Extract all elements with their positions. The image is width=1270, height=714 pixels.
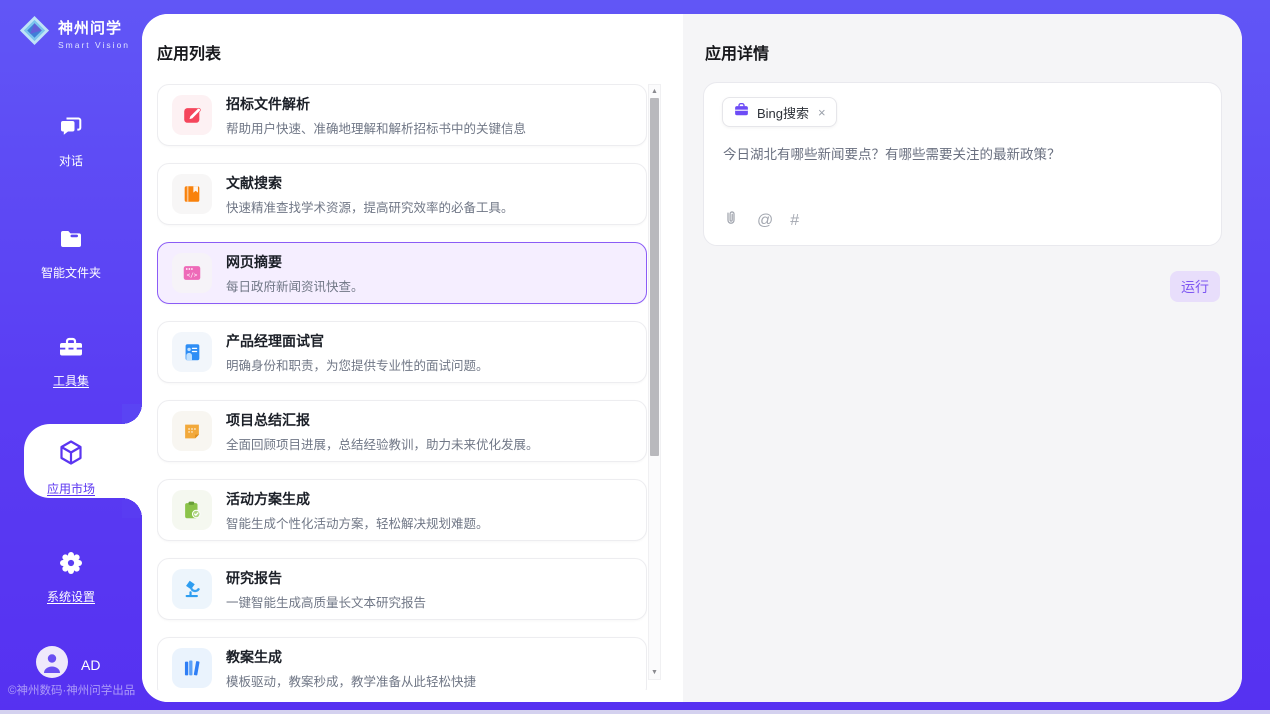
briefcase-icon [733, 101, 750, 123]
app-name: 活动方案生成 [226, 489, 489, 509]
app-name: 研究报告 [226, 568, 426, 588]
paperclip-icon[interactable] [722, 209, 740, 232]
user-label: AD [81, 657, 100, 673]
memo-pen-icon [172, 95, 212, 135]
sidebar-item-toolbox[interactable]: 工具集 [0, 328, 142, 394]
app-name: 招标文件解析 [226, 94, 526, 114]
app-list-panel: 应用列表 招标文件解析帮助用户快速、准确地理解和解析招标书中的关键信息文献搜索快… [142, 14, 683, 702]
app-list-title: 应用列表 [157, 40, 221, 64]
app-card[interactable]: 招标文件解析帮助用户快速、准确地理解和解析招标书中的关键信息 [157, 84, 647, 146]
avatar [36, 646, 68, 683]
tool-tag-label: Bing搜索 [757, 103, 809, 122]
app-card[interactable]: 教案生成模板驱动，教案秒成，教学准备从此轻松快捷 [157, 637, 647, 690]
webpage-code-icon: </> [172, 253, 212, 293]
app-description: 全面回顾项目进展，总结经验教训，助力未来优化发展。 [226, 434, 539, 453]
sidebar-item-label: 系统设置 [47, 588, 95, 605]
app-list-scrollbar[interactable]: ▲ ▼ [648, 84, 661, 680]
hash-icon[interactable]: # [790, 213, 799, 229]
app-card[interactable]: 研究报告一键智能生成高质量长文本研究报告 [157, 558, 647, 620]
at-icon[interactable]: @ [757, 213, 773, 229]
bottom-edge-strip [0, 710, 1270, 714]
active-nav-fillet-bottom [122, 498, 142, 518]
app-description: 帮助用户快速、准确地理解和解析招标书中的关键信息 [226, 118, 526, 137]
sidebar: 神州问学 Smart Vision 对话智能文件夹工具集应用市场系统设置 AD … [0, 0, 142, 714]
app-name: 文献搜索 [226, 173, 514, 193]
sidebar-item-gear[interactable]: 系统设置 [0, 544, 142, 610]
sidebar-item-label: 智能文件夹 [41, 264, 101, 281]
app-description: 一键智能生成高质量长文本研究报告 [226, 592, 426, 611]
sidebar-item-chat[interactable]: 对话 [0, 108, 142, 174]
active-nav-fillet-top [122, 404, 142, 424]
app-name: 项目总结汇报 [226, 410, 539, 430]
app-card[interactable]: 文献搜索快速精准查找学术资源，提高研究效率的必备工具。 [157, 163, 647, 225]
tool-tag-bing-search[interactable]: Bing搜索 × [722, 97, 837, 127]
toolbox-icon [57, 334, 85, 365]
app-detail-panel: 应用详情 Bing搜索 × 今日湖北有哪些新闻要点？有哪些需要关注的最新政策？ … [683, 14, 1242, 702]
query-text-input[interactable]: 今日湖北有哪些新闻要点？有哪些需要关注的最新政策？ [723, 145, 1205, 165]
gear-icon [58, 550, 84, 581]
folder-icon [58, 226, 84, 257]
sidebar-item-folder[interactable]: 智能文件夹 [0, 220, 142, 286]
sidebar-item-label: 对话 [59, 152, 83, 169]
brand-subtitle: Smart Vision [58, 40, 130, 50]
app-description: 快速精准查找学术资源，提高研究效率的必备工具。 [226, 197, 514, 216]
close-icon[interactable]: × [818, 106, 826, 119]
microscope-icon [172, 569, 212, 609]
scrollbar-thumb[interactable] [650, 98, 659, 456]
user-account[interactable]: AD [36, 646, 100, 683]
clipboard-check-icon [172, 490, 212, 530]
sidebar-item-cube[interactable]: 应用市场 [0, 434, 142, 500]
sticky-note-icon [172, 411, 212, 451]
app-name: 产品经理面试官 [226, 331, 489, 351]
app-description: 模板驱动，教案秒成，教学准备从此轻松快捷 [226, 671, 476, 690]
scrollbar-down-arrow-icon[interactable]: ▼ [649, 666, 660, 679]
main-content: 应用列表 招标文件解析帮助用户快速、准确地理解和解析招标书中的关键信息文献搜索快… [142, 14, 1242, 702]
query-card: Bing搜索 × 今日湖北有哪些新闻要点？有哪些需要关注的最新政策？ @# [703, 82, 1222, 246]
chat-icon [58, 114, 84, 145]
input-toolbar: @# [722, 209, 799, 232]
app-card[interactable]: </> 网页摘要每日政府新闻资讯快查。 [157, 242, 647, 304]
cube-icon [56, 438, 86, 473]
run-button[interactable]: 运行 [1170, 271, 1220, 302]
svg-text:</>: </> [187, 272, 198, 279]
brand-logo: 神州问学 Smart Vision [18, 14, 130, 52]
app-card[interactable]: 项目总结汇报全面回顾项目进展，总结经验教训，助力未来优化发展。 [157, 400, 647, 462]
app-description: 智能生成个性化活动方案，轻松解决规划难题。 [226, 513, 489, 532]
app-description: 每日政府新闻资讯快查。 [226, 276, 364, 295]
app-name: 教案生成 [226, 647, 476, 667]
app-description: 明确身份和职责，为您提供专业性的面试问题。 [226, 355, 489, 374]
books-icon [172, 648, 212, 688]
app-list: 招标文件解析帮助用户快速、准确地理解和解析招标书中的关键信息文献搜索快速精准查找… [157, 84, 647, 690]
app-detail-title: 应用详情 [705, 40, 769, 64]
app-card[interactable]: 活动方案生成智能生成个性化活动方案，轻松解决规划难题。 [157, 479, 647, 541]
sidebar-item-label: 工具集 [53, 372, 89, 389]
book-icon [172, 174, 212, 214]
app-card[interactable]: 产品经理面试官明确身份和职责，为您提供专业性的面试问题。 [157, 321, 647, 383]
brand-name: 神州问学 [58, 17, 130, 38]
app-name: 网页摘要 [226, 252, 364, 272]
sidebar-item-label: 应用市场 [47, 480, 95, 497]
scrollbar-up-arrow-icon[interactable]: ▲ [649, 85, 660, 98]
diamond-logo-icon [18, 14, 51, 52]
copyright-text: ©神州数码·神州问学出品 [8, 682, 150, 698]
interview-doc-icon [172, 332, 212, 372]
